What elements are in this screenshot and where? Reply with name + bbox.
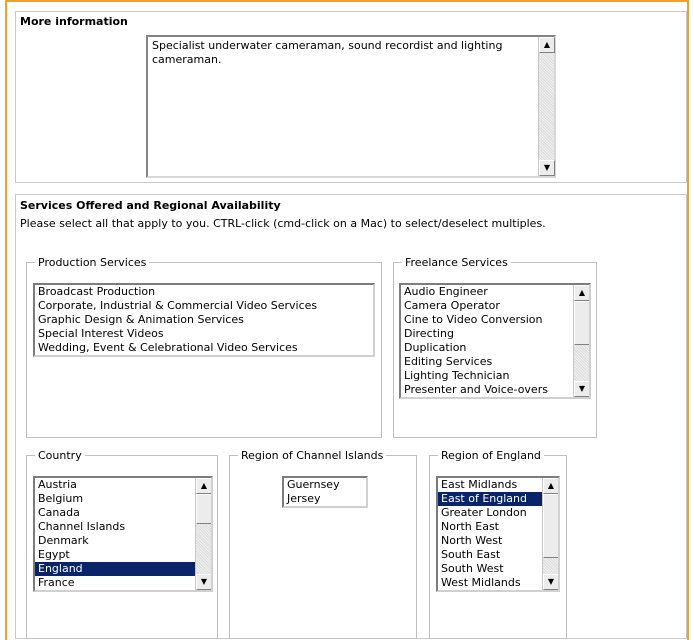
- list-item[interactable]: Canada: [35, 506, 195, 520]
- production-services-list[interactable]: Broadcast Production Corporate, Industri…: [33, 283, 375, 357]
- list-item[interactable]: France: [35, 576, 195, 590]
- list-item[interactable]: Belgium: [35, 492, 195, 506]
- england-region-legend: Region of England: [441, 449, 541, 462]
- services-title: Services Offered and Regional Availabili…: [20, 199, 281, 212]
- freelance-scrollbar[interactable]: ▲ ▼: [573, 285, 589, 397]
- channel-islands-list[interactable]: Guernsey Jersey: [282, 476, 368, 508]
- more-info-text: Specialist underwater cameraman, sound r…: [152, 39, 503, 66]
- scroll-up-arrow-icon[interactable]: ▲: [539, 37, 555, 53]
- list-item[interactable]: Wedding, Event & Celebrational Video Ser…: [35, 341, 373, 355]
- list-item[interactable]: West Midlands: [438, 576, 542, 590]
- list-item[interactable]: Austria: [35, 478, 195, 492]
- list-item-selected[interactable]: East of England: [438, 492, 542, 506]
- scroll-down-arrow-icon[interactable]: ▼: [543, 574, 558, 590]
- scroll-down-arrow-icon[interactable]: ▼: [539, 160, 555, 176]
- list-item[interactable]: Greater London: [438, 506, 542, 520]
- scroll-up-arrow-icon[interactable]: ▲: [574, 285, 589, 301]
- list-item[interactable]: Denmark: [35, 534, 195, 548]
- scroll-up-arrow-icon[interactable]: ▲: [196, 478, 211, 494]
- list-item[interactable]: South West: [438, 562, 542, 576]
- more-info-title: More information: [20, 15, 128, 28]
- scroll-thumb[interactable]: [543, 494, 558, 558]
- more-info-panel: More information Specialist underwater c…: [15, 11, 687, 183]
- list-item[interactable]: Corporate, Industrial & Commercial Video…: [35, 299, 373, 313]
- list-item[interactable]: North West: [438, 534, 542, 548]
- services-panel: Services Offered and Regional Availabili…: [15, 194, 687, 639]
- list-item[interactable]: Jersey: [284, 492, 366, 506]
- england-scrollbar[interactable]: ▲ ▼: [542, 478, 558, 590]
- channel-islands-group: Region of Channel Islands Guernsey Jerse…: [229, 449, 417, 639]
- list-item[interactable]: Audio Engineer: [401, 285, 573, 299]
- list-item[interactable]: Cine to Video Conversion: [401, 313, 573, 327]
- list-item[interactable]: North East: [438, 520, 542, 534]
- list-item[interactable]: Channel Islands: [35, 520, 195, 534]
- production-services-legend: Production Services: [38, 256, 147, 269]
- country-legend: Country: [38, 449, 82, 462]
- channel-islands-legend: Region of Channel Islands: [241, 449, 384, 462]
- list-item[interactable]: Directing: [401, 327, 573, 341]
- list-item[interactable]: East Midlands: [438, 478, 542, 492]
- list-item[interactable]: Camera Operator: [401, 299, 573, 313]
- scroll-up-arrow-icon[interactable]: ▲: [543, 478, 558, 494]
- freelance-services-list[interactable]: Audio Engineer Camera Operator Cine to V…: [399, 283, 591, 399]
- country-scrollbar[interactable]: ▲ ▼: [195, 478, 211, 590]
- freelance-services-legend: Freelance Services: [405, 256, 508, 269]
- list-item[interactable]: Duplication: [401, 341, 573, 355]
- list-item[interactable]: Graphic Design & Animation Services: [35, 313, 373, 327]
- scroll-thumb[interactable]: [574, 301, 589, 345]
- scroll-down-arrow-icon[interactable]: ▼: [574, 381, 589, 397]
- list-item[interactable]: Presenter and Voice-overs: [401, 383, 573, 397]
- list-item[interactable]: Editing Services: [401, 355, 573, 369]
- production-services-group: Production Services Broadcast Production…: [26, 256, 382, 438]
- list-item[interactable]: Special Interest Videos: [35, 327, 373, 341]
- scroll-thumb[interactable]: [196, 494, 211, 524]
- services-instructions: Please select all that apply to you. CTR…: [20, 217, 546, 230]
- freelance-services-group: Freelance Services Audio Engineer Camera…: [393, 256, 597, 438]
- country-group: Country Austria Belgium Canada Channel I…: [26, 449, 218, 639]
- list-item-selected[interactable]: England: [35, 562, 195, 576]
- textarea-scrollbar[interactable]: ▲ ▼: [538, 37, 555, 176]
- list-item[interactable]: Egypt: [35, 548, 195, 562]
- list-item[interactable]: South East: [438, 548, 542, 562]
- list-item[interactable]: Broadcast Production: [35, 285, 373, 299]
- list-item[interactable]: Lighting Technician: [401, 369, 573, 383]
- england-region-group: Region of England East Midlands East of …: [429, 449, 567, 639]
- england-region-list[interactable]: East Midlands East of England Greater Lo…: [436, 476, 560, 592]
- more-info-textarea[interactable]: Specialist underwater cameraman, sound r…: [146, 35, 556, 178]
- scroll-down-arrow-icon[interactable]: ▼: [196, 574, 211, 590]
- country-list[interactable]: Austria Belgium Canada Channel Islands D…: [33, 476, 213, 592]
- list-item[interactable]: Guernsey: [284, 478, 366, 492]
